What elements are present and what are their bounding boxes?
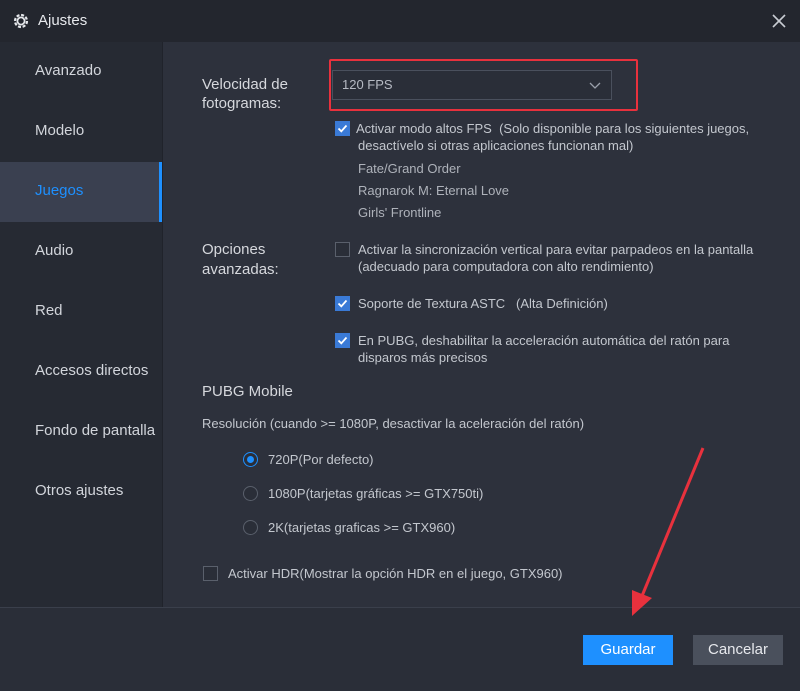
window-title: Ajustes (38, 12, 88, 29)
chevron-down-icon (589, 82, 601, 89)
vsync-label-line1: Activar la sincronización vertical para … (358, 242, 754, 257)
vsync-label-line2: (adecuado para computadora con alto rend… (358, 259, 654, 274)
advanced-label-line1: Opciones (202, 241, 266, 258)
resolution-option-label: 1080P(tarjetas gráficas >= GTX750ti) (268, 486, 484, 501)
fps-label-line1: Velocidad de (202, 76, 288, 93)
supported-game: Fate/Grand Order (358, 161, 461, 176)
fps-label-line2: fotogramas: (202, 95, 282, 112)
checkmark-icon (337, 124, 348, 133)
pubg-mouse-label-line2: disparos más precisos (358, 350, 488, 365)
hdr-checkbox[interactable] (203, 566, 218, 581)
resolution-option-label: 2K(tarjetas graficas >= GTX960) (268, 520, 456, 535)
save-button[interactable]: Guardar (583, 635, 673, 665)
sidebar-item-label: Fondo de pantalla (35, 422, 156, 439)
supported-game: Girls' Frontline (358, 205, 442, 220)
close-icon[interactable] (770, 12, 788, 30)
cancel-button[interactable]: Cancelar (693, 635, 783, 665)
sidebar-item-label: Avanzado (35, 62, 102, 79)
astc-note: (Alta Definición) (516, 296, 608, 311)
pubg-mouse-checkbox[interactable] (335, 333, 350, 348)
sidebar-item-label: Red (35, 302, 63, 319)
high-fps-label-text: Activar modo altos FPS (356, 121, 492, 136)
settings-content: Velocidad de fotogramas: 120 FPS Activar… (163, 42, 800, 607)
resolution-label: Resolución (cuando >= 1080P, desactivar … (202, 416, 585, 431)
checkmark-icon (337, 336, 348, 345)
high-fps-note-line2: desactívelo si otras aplicaciones funcio… (358, 138, 634, 153)
sidebar-item-accesos-directos[interactable]: Accesos directos (0, 342, 162, 402)
supported-game: Ragnarok M: Eternal Love (358, 183, 510, 198)
fps-select[interactable]: 120 FPS (332, 70, 612, 100)
sidebar-item-juegos[interactable]: Juegos (0, 162, 162, 222)
gear-icon (13, 13, 29, 29)
astc-label: Soporte de Textura ASTC (Alta Definición… (358, 295, 608, 312)
sidebar-item-label: Audio (35, 242, 74, 259)
high-fps-label: Activar modo altos FPS (Solo disponible … (356, 120, 749, 137)
footer: Guardar Cancelar (0, 607, 800, 691)
resolution-radio-1080p[interactable] (243, 486, 258, 501)
advanced-label-line2: avanzadas: (202, 261, 279, 278)
resolution-option-label: 720P(Por defecto) (268, 452, 374, 467)
sidebar-item-otros-ajustes[interactable]: Otros ajustes (0, 462, 162, 522)
pubg-mouse-label-line1: En PUBG, deshabilitar la acceleración au… (358, 333, 730, 348)
astc-checkbox[interactable] (335, 296, 350, 311)
sidebar-item-label: Accesos directos (35, 362, 149, 379)
high-fps-checkbox[interactable] (335, 121, 350, 136)
sidebar-item-label: Modelo (35, 122, 85, 139)
settings-window: Ajustes Avanzado Modelo Juegos Audio Red… (0, 0, 800, 691)
sidebar: Avanzado Modelo Juegos Audio Red Accesos… (0, 42, 163, 607)
sidebar-item-fondo-de-pantalla[interactable]: Fondo de pantalla (0, 402, 162, 462)
sidebar-item-modelo[interactable]: Modelo (0, 102, 162, 162)
checkmark-icon (337, 299, 348, 308)
sidebar-item-label: Juegos (35, 182, 84, 199)
vsync-checkbox[interactable] (335, 242, 350, 257)
sidebar-item-red[interactable]: Red (0, 282, 162, 342)
astc-label-text: Soporte de Textura ASTC (358, 296, 506, 311)
high-fps-note-line1: (Solo disponible para los siguientes jue… (499, 121, 750, 136)
title-bar: Ajustes (0, 0, 800, 42)
sidebar-item-avanzado[interactable]: Avanzado (0, 42, 162, 102)
pubg-heading: PUBG Mobile (202, 383, 293, 400)
sidebar-item-audio[interactable]: Audio (0, 222, 162, 282)
sidebar-item-label: Otros ajustes (35, 482, 124, 499)
fps-selected-value: 120 FPS (342, 77, 393, 92)
hdr-label: Activar HDR(Mostrar la opción HDR en el … (228, 566, 563, 581)
resolution-radio-2k[interactable] (243, 520, 258, 535)
resolution-radio-720p[interactable] (243, 452, 258, 467)
